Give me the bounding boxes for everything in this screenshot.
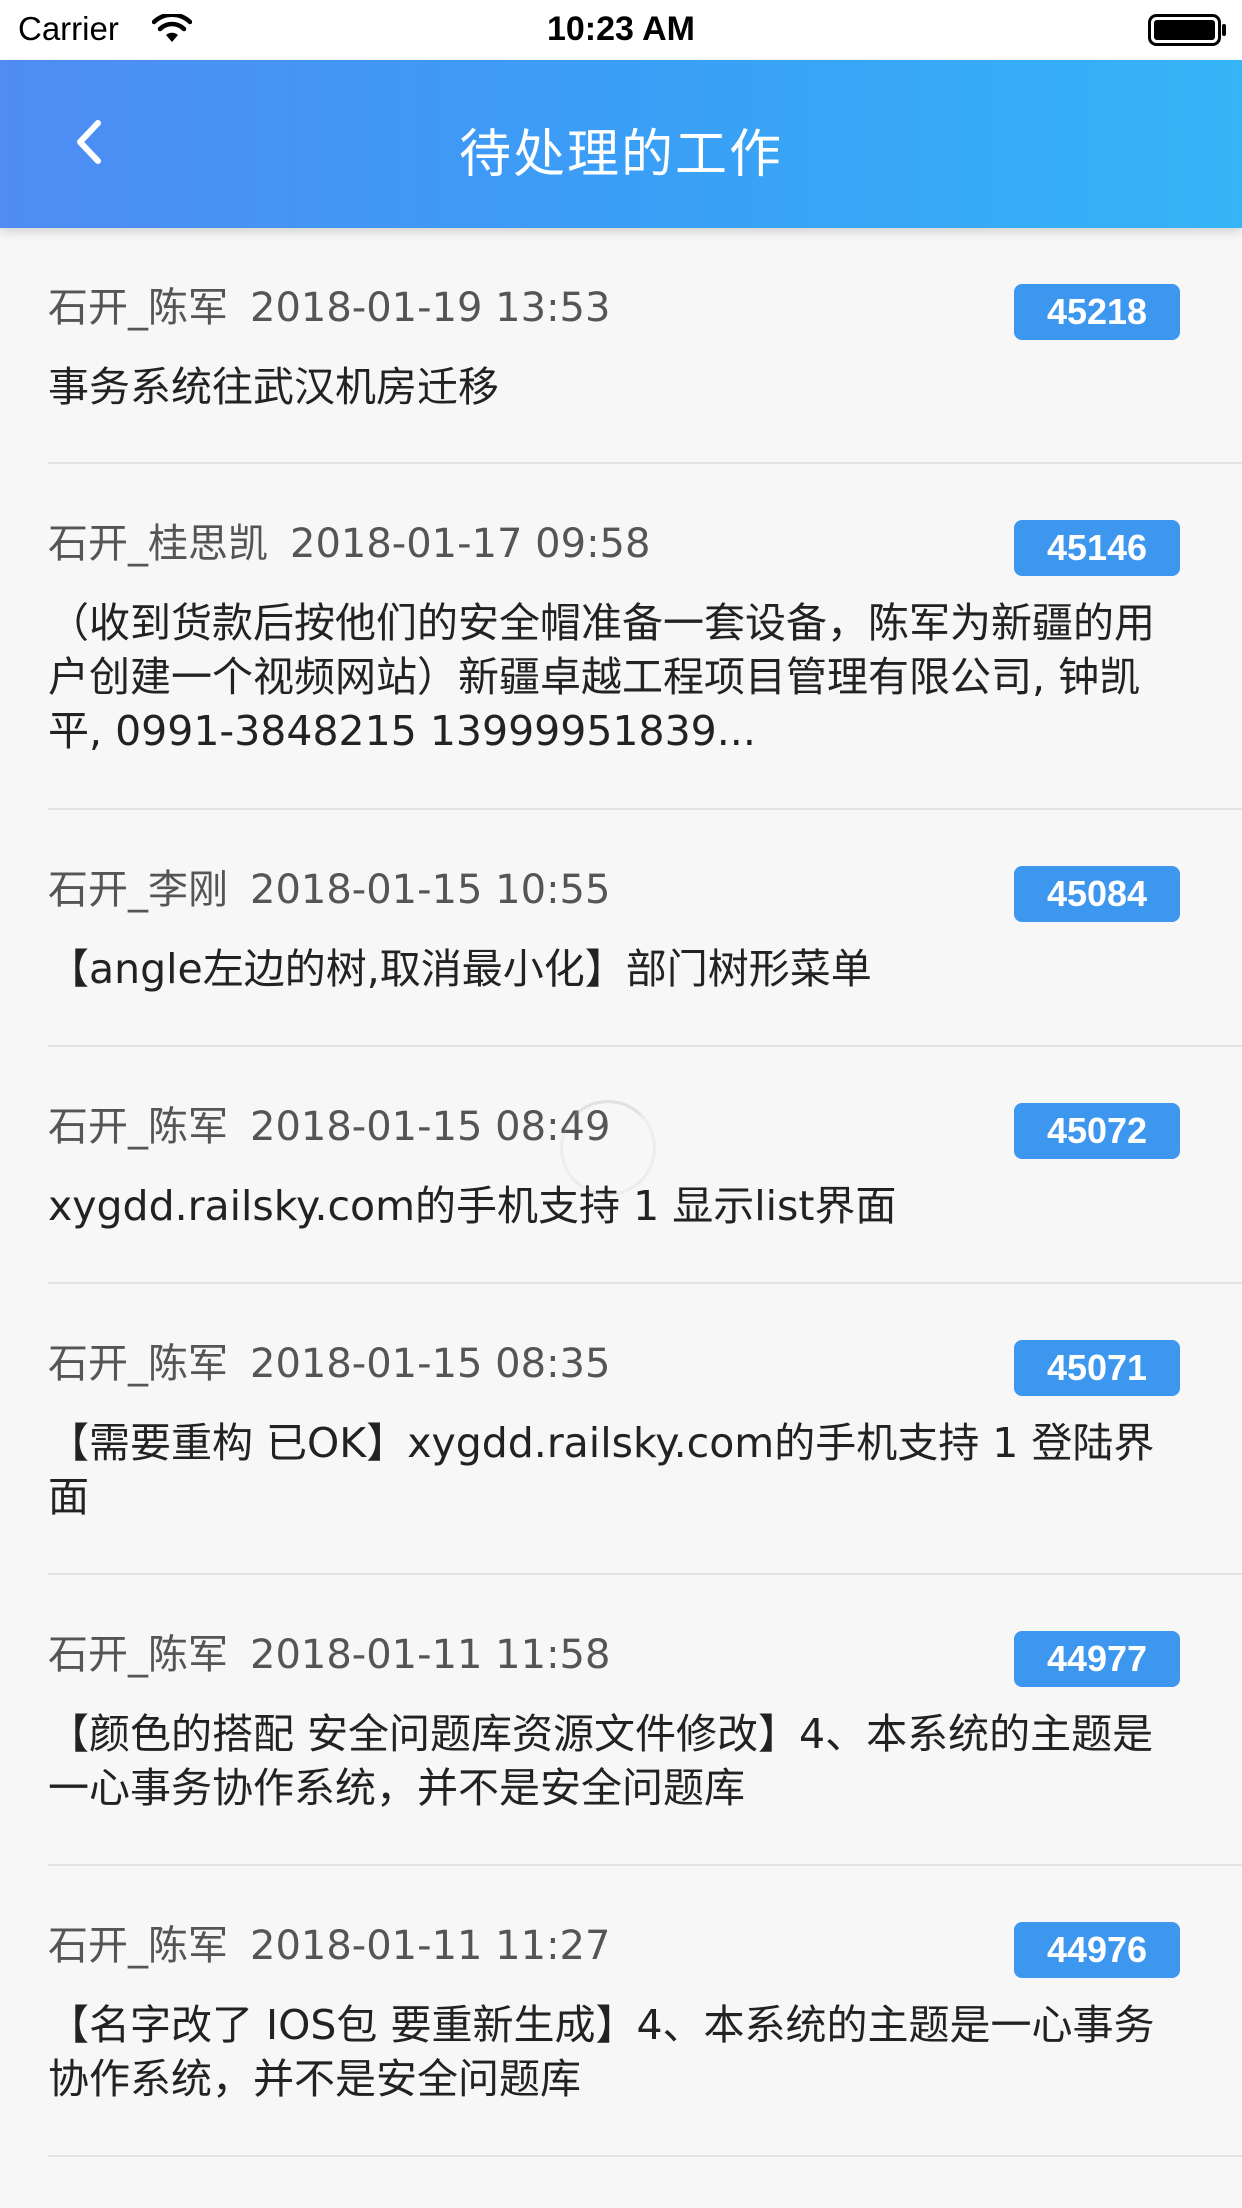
item-author: 石开_桂思凯 [48,521,268,567]
item-meta: 石开_李刚 2018-01-15 10:55 [48,860,610,920]
item-datetime: 2018-01-15 08:35 [250,1341,611,1387]
divider [48,2155,1242,2157]
item-meta: 石开_陈军 2018-01-15 08:49 [48,1097,610,1157]
item-title: （收到货款后按他们的安全帽准备一套设备，陈军为新疆的用户创建一个视频网站）新疆卓… [48,599,1155,755]
item-author: 石开_陈军 [48,1341,228,1387]
list-item[interactable]: 石开_陈军 2018-01-11 11:58 44977 【颜色的搭配 安全问题库… [0,1575,1242,1866]
page-title: 待处理的工作 [458,125,783,185]
item-author: 石开_陈军 [48,1632,228,1678]
task-id-badge: 44976 [1014,1922,1180,1978]
item-datetime: 2018-01-17 09:58 [290,521,651,567]
task-id-badge: 45072 [1014,1103,1180,1159]
item-datetime: 2018-01-11 11:58 [250,1632,611,1678]
item-title: 【颜色的搭配 安全问题库资源文件修改】4、本系统的主题是一心事务协作系统，并不是… [48,1710,1154,1812]
task-id-badge: 45218 [1014,284,1180,340]
list-item[interactable]: 石开_陈军 2018-01-19 13:53 45218 事务系统往武汉机房迁移 [0,228,1242,464]
list-item[interactable]: 石开_桂思凯 2018-01-17 09:58 45146 （收到货款后按他们的安… [0,464,1242,810]
item-author: 石开_陈军 [48,285,228,331]
task-id-badge: 44977 [1014,1631,1180,1687]
loading-spinner [560,1100,656,1196]
battery-icon [1148,14,1228,46]
list-item[interactable]: 石开_李刚 2018-01-15 10:55 45084 【angle左边的树,取… [0,810,1242,1047]
item-datetime: 2018-01-15 08:49 [250,1104,611,1150]
item-meta: 石开_陈军 2018-01-15 08:35 [48,1334,610,1394]
item-datetime: 2018-01-19 13:53 [250,285,611,331]
item-title: 【名字改了 IOS包 要重新生成】4、本系统的主题是一心事务协作系统，并不是安全… [48,2001,1155,2103]
item-datetime: 2018-01-15 10:55 [250,867,611,913]
status-bar: Carrier 10:23 AM [0,0,1242,60]
item-author: 石开_陈军 [48,1104,228,1150]
item-title: 【angle左边的树,取消最小化】部门树形菜单 [48,945,872,993]
item-author: 石开_陈军 [48,1923,228,1969]
list-item[interactable]: 石开_陈军 2018-01-11 11:27 44976 【名字改了 IOS包 要… [0,1866,1242,2157]
item-meta: 石开_陈军 2018-01-11 11:27 [48,1916,610,1976]
list-item[interactable]: 石开_陈军 2018-01-15 08:35 45071 【需要重构 已OK】xy… [0,1284,1242,1575]
item-datetime: 2018-01-11 11:27 [250,1923,611,1969]
task-id-badge: 45071 [1014,1340,1180,1396]
task-id-badge: 45084 [1014,866,1180,922]
item-title: 事务系统往武汉机房迁移 [48,363,499,411]
item-author: 石开_李刚 [48,867,228,913]
item-title: 【需要重构 已OK】xygdd.railsky.com的手机支持 1 登陆界面 [48,1419,1155,1521]
item-meta: 石开_陈军 2018-01-19 13:53 [48,278,610,338]
clock: 10:23 AM [546,10,696,48]
item-meta: 石开_陈军 2018-01-11 11:58 [48,1625,610,1685]
item-meta: 石开_桂思凯 2018-01-17 09:58 [48,514,650,574]
nav-bar: 待处理的工作 [0,60,1242,228]
task-id-badge: 45146 [1014,520,1180,576]
